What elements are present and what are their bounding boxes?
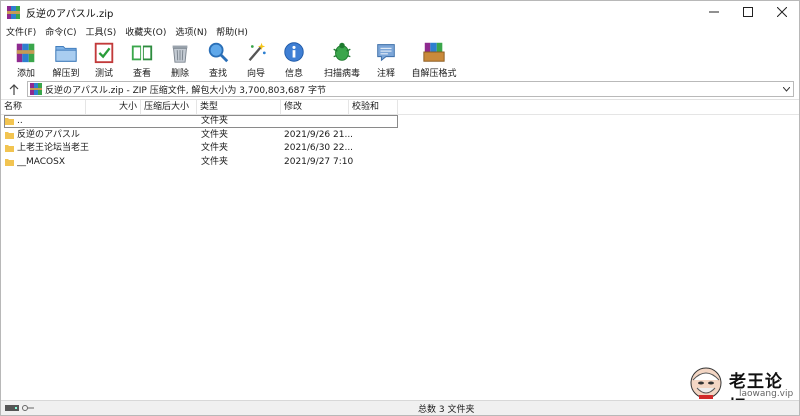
row-type: 文件夹 [201,156,229,167]
comment-note-icon [377,44,395,62]
test-label: 测试 [94,69,113,79]
close-icon [777,7,787,17]
list-header: 名称 大小 压缩后大小 类型 修改 校验和 [1,100,799,115]
chevron-down-icon [782,86,790,92]
address-row: 反逆のアパスル.zip - ZIP 压缩文件, 解包大小为 3,700,803,… [1,80,799,98]
column-packed[interactable]: 压缩后大小 [141,100,197,115]
menu-commands[interactable]: 命令(C) [41,25,80,38]
column-modified[interactable]: 修改 [281,100,349,115]
arrow-up-icon [9,83,19,95]
test-check-icon [94,42,114,64]
menu-tools[interactable]: 工具(S) [82,25,121,38]
info-label: 信息 [284,69,303,79]
row-name: __MACOSX [17,156,66,167]
row-type: 文件夹 [201,143,229,153]
window-controls [697,1,799,23]
file-list: 名称 大小 压缩后大小 类型 修改 校验和 .. 文件夹 反逆のアパスル 文件夹… [1,99,799,399]
view-label: 查看 [132,69,151,79]
menu-options[interactable]: 选项(N) [171,25,211,38]
winrar-window: 反逆のアパスル.zip 文件(F) 命令(C) 工具(S) 收藏夹(O) 选项(… [0,0,800,416]
sfx-box-icon [423,42,445,62]
find-button[interactable]: 查找 [203,39,233,79]
test-button[interactable]: 测试 [89,39,119,79]
table-row[interactable]: 上老王论坛当老王 文件夹 2021/6/30 22... [1,142,799,156]
drive-icon[interactable] [5,404,19,412]
comment-button[interactable]: 注释 [371,39,401,79]
minimize-button[interactable] [697,1,731,23]
winrar-app-icon [7,5,20,19]
status-icons [5,404,34,412]
table-row[interactable]: .. 文件夹 [1,115,799,129]
row-name: 反逆のアパスル [17,129,80,140]
row-modified: 2021/6/30 22... [284,143,354,153]
delete-label: 删除 [170,69,189,79]
column-size[interactable]: 大小 [86,100,141,115]
comment-label: 注释 [376,69,395,79]
folder-up-icon [5,118,14,125]
delete-button[interactable]: 删除 [165,39,195,79]
sfx-label: 自解压格式 [411,69,457,79]
add-label: 添加 [16,69,35,79]
menu-favorites[interactable]: 收藏夹(O) [121,25,170,38]
folder-icon [5,131,14,139]
status-text: 总数 3 文件夹 [418,404,475,415]
address-text: 反逆のアパスル.zip - ZIP 压缩文件, 解包大小为 3,700,803,… [45,85,326,96]
table-row[interactable]: __MACOSX 文件夹 2021/9/27 7:10 [1,156,799,170]
folder-icon [5,145,14,152]
sfx-button[interactable]: 自解压格式 [411,39,457,79]
extract-label: 解压到 [52,69,80,79]
maximize-button[interactable] [731,1,765,23]
info-icon [284,42,304,62]
watermark-site: laowang.vip [739,389,794,399]
view-book-icon [131,45,153,61]
row-modified: 2021/9/27 7:10 [284,156,354,167]
zip-archive-icon [30,83,42,95]
row-name: .. [17,116,23,126]
magic-wand-icon [248,42,266,62]
old-man-face-icon [690,367,722,399]
column-crc[interactable]: 校验和 [349,100,398,115]
watermark: 老王论坛 laowang.vip [689,366,797,416]
find-label: 查找 [208,69,227,79]
folder-icon [5,158,14,166]
folder-extract-icon [55,46,77,62]
address-dropdown[interactable] [779,82,793,96]
menu-help[interactable]: 帮助(H) [212,25,252,38]
menu-file[interactable]: 文件(F) [2,25,40,38]
add-button[interactable]: 添加 [11,39,41,79]
title-bar: 反逆のアパスル.zip [1,1,799,23]
virus-bug-icon [333,42,351,61]
maximize-icon [743,7,753,17]
row-type: 文件夹 [201,116,229,126]
table-row[interactable]: 反逆のアパスル 文件夹 2021/9/26 21... [1,129,799,143]
info-button[interactable]: 信息 [279,39,309,79]
row-name: 上老王论坛当老王 [17,143,90,153]
magnifier-icon [208,42,229,63]
up-folder-button[interactable] [1,80,27,98]
scan-virus-button[interactable]: 扫描病毒 [323,39,361,79]
row-type: 文件夹 [201,129,229,140]
minimize-icon [709,11,719,13]
window-title: 反逆のアパスル.zip [26,8,114,20]
address-bar[interactable]: 反逆のアパスル.zip - ZIP 压缩文件, 解包大小为 3,700,803,… [27,81,794,97]
add-books-icon [16,43,35,63]
trash-icon [172,45,188,63]
wizard-button[interactable]: 向导 [241,39,271,79]
row-modified: 2021/9/26 21... [284,129,354,140]
extract-to-button[interactable]: 解压到 [51,39,81,79]
menu-bar: 文件(F) 命令(C) 工具(S) 收藏夹(O) 选项(N) 帮助(H) [1,23,799,39]
key-icon[interactable] [22,404,34,412]
column-name[interactable]: 名称 [1,100,86,115]
toolbar: 添加 解压到 测试 查看 删除 查找 向导 信息 扫描病毒 注释 自解压格式 [1,39,799,79]
status-bar: 总数 3 文件夹 [1,400,799,415]
column-type[interactable]: 类型 [197,100,281,115]
scan-virus-label: 扫描病毒 [323,69,360,79]
close-button[interactable] [765,1,799,23]
wizard-label: 向导 [246,69,265,79]
view-button[interactable]: 查看 [127,39,157,79]
